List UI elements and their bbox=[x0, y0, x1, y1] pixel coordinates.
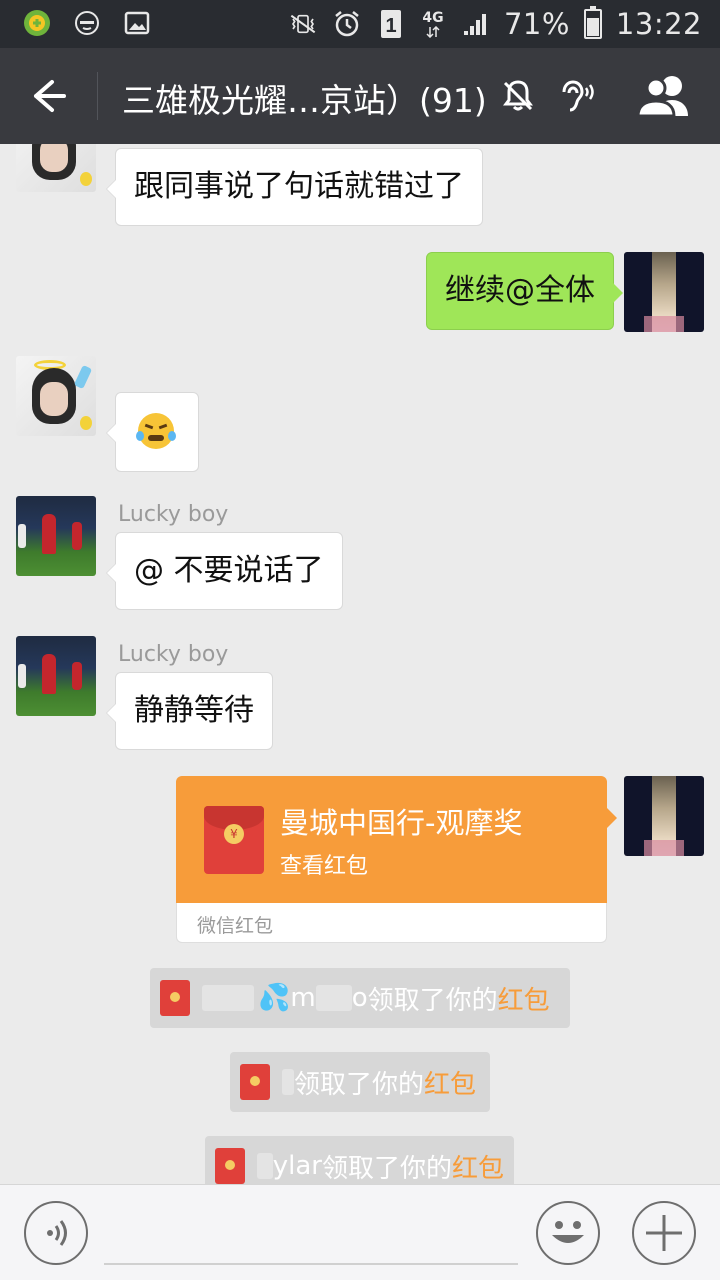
mute-notifications-icon bbox=[500, 78, 536, 114]
more-options-button[interactable] bbox=[632, 1201, 696, 1265]
alarm-icon bbox=[332, 9, 362, 39]
notice-name-part: m bbox=[290, 983, 316, 1013]
chat-header: 三雄极光耀…京站）(91) bbox=[0, 48, 720, 144]
group-members-button[interactable] bbox=[634, 72, 694, 120]
message-bubble[interactable]: @ 不要说话了 bbox=[106, 532, 343, 610]
red-envelope-icon: ¥ bbox=[204, 806, 264, 874]
notice-name-part: ylar bbox=[272, 1151, 322, 1181]
voice-icon bbox=[47, 1220, 67, 1246]
app-notification-icon bbox=[22, 8, 52, 38]
avatar-girl[interactable] bbox=[16, 144, 96, 192]
sender-name: Lucky boy bbox=[118, 642, 229, 667]
message-bubble[interactable]: 静静等待 bbox=[106, 672, 273, 750]
vibrate-icon bbox=[288, 9, 318, 39]
red-packet-body[interactable]: ¥ 曼城中国行-观摩奖 查看红包 bbox=[176, 776, 617, 903]
redacted-name bbox=[282, 1069, 294, 1095]
redacted-name bbox=[315, 985, 352, 1011]
red-packet-link[interactable]: 红包 bbox=[424, 1064, 476, 1101]
avatar-self[interactable] bbox=[624, 776, 704, 856]
crying-face-emoji-icon bbox=[136, 413, 176, 449]
clock: 13:22 bbox=[615, 7, 702, 41]
back-button[interactable] bbox=[22, 72, 74, 120]
red-envelope-icon bbox=[160, 980, 190, 1016]
avatar-lucky-boy[interactable] bbox=[16, 636, 96, 716]
red-envelope-icon bbox=[240, 1064, 270, 1100]
chat-message-list[interactable]: 跟同事说了句话就错过了 继续@全体 Lucky boy @ 不要说话了 Luck… bbox=[0, 144, 720, 1184]
red-packet-link[interactable]: 红包 bbox=[498, 980, 550, 1017]
voice-input-button[interactable] bbox=[24, 1201, 88, 1265]
sunglasses-notification-icon bbox=[72, 8, 102, 38]
message-input[interactable] bbox=[104, 1263, 518, 1265]
emoji-button[interactable] bbox=[536, 1201, 600, 1265]
system-notice: 💦 m o 领取了你的 红包 bbox=[150, 968, 570, 1028]
notice-text: 领取了你的 bbox=[294, 1069, 425, 1100]
sender-name: Lucky boy bbox=[118, 502, 229, 527]
notice-text: 领取了你的 bbox=[321, 1153, 452, 1184]
chat-title: 三雄极光耀…京站）(91) bbox=[122, 81, 487, 120]
redacted-name bbox=[202, 985, 254, 1011]
avatar-girl[interactable] bbox=[16, 356, 96, 436]
battery-percent: 71% bbox=[503, 7, 570, 41]
sim-slot-number: 1 bbox=[385, 15, 396, 37]
system-notice: 领取了你的 红包 bbox=[230, 1052, 490, 1112]
sweat-droplets-icon: 💦 bbox=[258, 983, 291, 1013]
group-members-icon bbox=[636, 76, 688, 118]
plus-icon bbox=[646, 1215, 682, 1251]
red-packet-action: 查看红包 bbox=[280, 854, 369, 879]
notice-name-part: o bbox=[351, 983, 368, 1013]
red-packet-message[interactable]: ¥ 曼城中国行-观摩奖 查看红包 微信红包 bbox=[176, 776, 617, 943]
message-bubble-own[interactable]: 继续@全体 bbox=[426, 252, 623, 330]
red-packet-title: 曼城中国行-观摩奖 bbox=[280, 806, 523, 840]
earpiece-mode-icon bbox=[556, 78, 594, 114]
signal-icon bbox=[460, 9, 490, 39]
system-notice: ylar 领取了你的 红包 bbox=[205, 1136, 514, 1184]
status-bar: 1 4G 71% 13:22 bbox=[0, 0, 720, 48]
red-packet-footer: 微信红包 bbox=[176, 903, 607, 943]
avatar-self[interactable] bbox=[624, 252, 704, 332]
message-bubble[interactable]: 跟同事说了句话就错过了 bbox=[106, 148, 483, 226]
network-type-icon: 4G bbox=[420, 9, 446, 39]
sim-card-icon: 1 bbox=[376, 9, 406, 39]
notice-text: 领取了你的 bbox=[367, 985, 498, 1016]
red-envelope-icon bbox=[215, 1148, 245, 1184]
input-bar bbox=[0, 1184, 720, 1280]
smiley-icon bbox=[552, 1221, 584, 1243]
image-notification-icon bbox=[122, 8, 152, 38]
avatar-lucky-boy[interactable] bbox=[16, 496, 96, 576]
header-divider bbox=[97, 72, 98, 120]
back-arrow-icon bbox=[34, 80, 66, 112]
red-packet-label: 微信红包 bbox=[197, 915, 274, 937]
message-bubble-emoji[interactable] bbox=[106, 392, 199, 472]
network-type-label: 4G bbox=[422, 10, 444, 26]
redacted-name bbox=[257, 1153, 273, 1179]
red-packet-link[interactable]: 红包 bbox=[452, 1148, 504, 1185]
battery-icon bbox=[583, 6, 602, 39]
